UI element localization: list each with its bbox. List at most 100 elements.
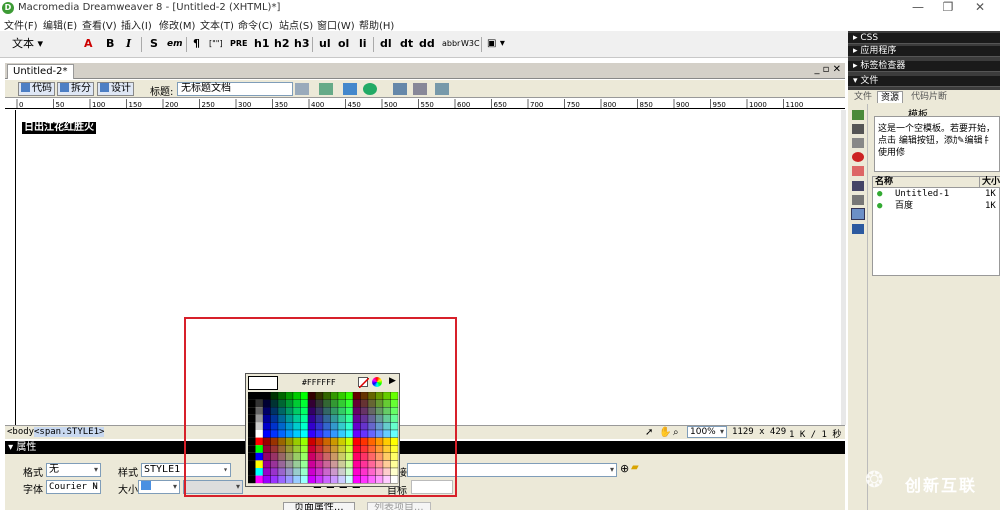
- color-swatch[interactable]: [375, 407, 384, 415]
- picker-menu-arrow-icon[interactable]: ▶: [389, 376, 396, 386]
- color-swatch[interactable]: [322, 475, 331, 484]
- color-swatch[interactable]: [345, 460, 354, 469]
- color-swatch[interactable]: [352, 437, 361, 446]
- color-swatch[interactable]: [330, 422, 339, 431]
- color-swatch[interactable]: [277, 460, 286, 469]
- color-swatch[interactable]: [277, 399, 286, 408]
- color-swatch[interactable]: [390, 467, 399, 476]
- point-to-file-icon[interactable]: ⊕: [620, 462, 629, 475]
- color-swatch[interactable]: [382, 467, 391, 476]
- color-swatch[interactable]: [367, 452, 376, 461]
- link-input[interactable]: ▾: [407, 463, 617, 477]
- pre-button[interactable]: PRE: [230, 36, 248, 52]
- color-swatch[interactable]: [345, 445, 354, 453]
- color-swatch[interactable]: [360, 467, 369, 476]
- color-swatch[interactable]: [285, 475, 294, 484]
- color-swatch[interactable]: [270, 452, 279, 461]
- color-swatch[interactable]: [277, 414, 286, 423]
- color-swatch[interactable]: [330, 445, 339, 453]
- select-tool-icon[interactable]: ➚: [645, 427, 653, 438]
- color-swatch-grid[interactable]: [248, 392, 399, 484]
- color-swatch[interactable]: [367, 407, 376, 415]
- menu-help[interactable]: 帮助(H): [359, 17, 394, 32]
- tab-untitled-2[interactable]: Untitled-2*: [7, 64, 74, 79]
- dl-button[interactable]: dl: [380, 36, 392, 52]
- color-swatch[interactable]: [367, 437, 376, 446]
- color-swatch[interactable]: [352, 467, 361, 476]
- color-swatch[interactable]: [315, 399, 324, 408]
- color-swatch[interactable]: [285, 422, 294, 431]
- color-swatch[interactable]: [337, 467, 346, 476]
- color-swatch[interactable]: [300, 452, 309, 461]
- size-unit-select[interactable]: ▾: [183, 480, 243, 494]
- color-swatch[interactable]: [285, 392, 294, 400]
- system-color-picker-icon[interactable]: [372, 377, 382, 387]
- doc-window-controls[interactable]: _ ▫ ✕: [814, 64, 841, 75]
- color-swatch[interactable]: [390, 460, 399, 469]
- color-swatch[interactable]: [367, 392, 376, 400]
- color-swatch[interactable]: [262, 467, 271, 476]
- color-swatch[interactable]: [360, 445, 369, 453]
- urls-icon[interactable]: [852, 138, 864, 148]
- color-swatch[interactable]: [255, 399, 264, 408]
- abbr-button[interactable]: abbr: [442, 36, 460, 52]
- list-item[interactable]: ● 百度 1K: [873, 201, 1000, 212]
- color-swatch[interactable]: [292, 414, 301, 423]
- color-swatch[interactable]: [367, 445, 376, 453]
- li-button[interactable]: li: [359, 36, 367, 52]
- color-swatch[interactable]: [360, 422, 369, 431]
- color-swatch[interactable]: [352, 407, 361, 415]
- color-swatch[interactable]: [337, 429, 346, 438]
- color-swatch[interactable]: [292, 399, 301, 408]
- color-swatch[interactable]: [307, 429, 316, 438]
- color-swatch[interactable]: [300, 392, 309, 400]
- em-button[interactable]: em: [167, 36, 182, 52]
- color-swatch[interactable]: [330, 414, 339, 423]
- dd-button[interactable]: dd: [419, 36, 435, 52]
- color-swatch[interactable]: [375, 422, 384, 431]
- panel-tag-inspector-header[interactable]: ▸ 标签检查器: [848, 61, 1000, 72]
- color-swatch[interactable]: [337, 445, 346, 453]
- view-options-icon[interactable]: [413, 83, 427, 95]
- color-swatch[interactable]: [300, 429, 309, 438]
- color-swatch[interactable]: [262, 429, 271, 438]
- color-swatch[interactable]: [360, 452, 369, 461]
- italic-button[interactable]: I: [126, 36, 131, 52]
- color-swatch[interactable]: [270, 460, 279, 469]
- color-swatch[interactable]: [367, 429, 376, 438]
- color-swatch[interactable]: [390, 475, 399, 484]
- color-swatch[interactable]: [285, 460, 294, 469]
- color-swatch[interactable]: [300, 407, 309, 415]
- color-swatch[interactable]: [292, 445, 301, 453]
- color-swatch[interactable]: [307, 445, 316, 453]
- color-swatch[interactable]: [277, 467, 286, 476]
- color-swatch[interactable]: [352, 399, 361, 408]
- color-swatch[interactable]: [322, 392, 331, 400]
- color-swatch[interactable]: [248, 437, 256, 446]
- color-swatch[interactable]: [292, 437, 301, 446]
- color-swatch[interactable]: [360, 399, 369, 408]
- color-swatch[interactable]: [360, 392, 369, 400]
- title-input[interactable]: 无标题文档: [177, 82, 293, 96]
- h3-button[interactable]: h3: [294, 36, 310, 52]
- color-swatch[interactable]: [382, 422, 391, 431]
- menu-modify[interactable]: 修改(M): [159, 17, 195, 32]
- vertical-scrollbar[interactable]: [841, 110, 846, 425]
- color-swatch[interactable]: [382, 475, 391, 484]
- menu-insert[interactable]: 插入(I): [121, 17, 152, 32]
- panel-css-header[interactable]: ▸ CSS: [848, 33, 1000, 44]
- color-swatch[interactable]: [255, 430, 264, 438]
- color-swatch[interactable]: [360, 475, 369, 484]
- menu-site[interactable]: 站点(S): [279, 17, 313, 32]
- color-swatch[interactable]: [367, 460, 376, 469]
- color-swatch[interactable]: [315, 460, 324, 469]
- window-size[interactable]: 1129 x 429: [732, 427, 786, 437]
- color-swatch[interactable]: [255, 422, 264, 430]
- color-swatch[interactable]: [248, 460, 256, 468]
- color-swatch[interactable]: [322, 399, 331, 408]
- color-swatch[interactable]: [315, 437, 324, 446]
- color-swatch[interactable]: [322, 422, 331, 431]
- restore-button[interactable]: ❐: [936, 0, 960, 16]
- color-swatch[interactable]: [382, 429, 391, 438]
- color-swatch[interactable]: [307, 475, 316, 484]
